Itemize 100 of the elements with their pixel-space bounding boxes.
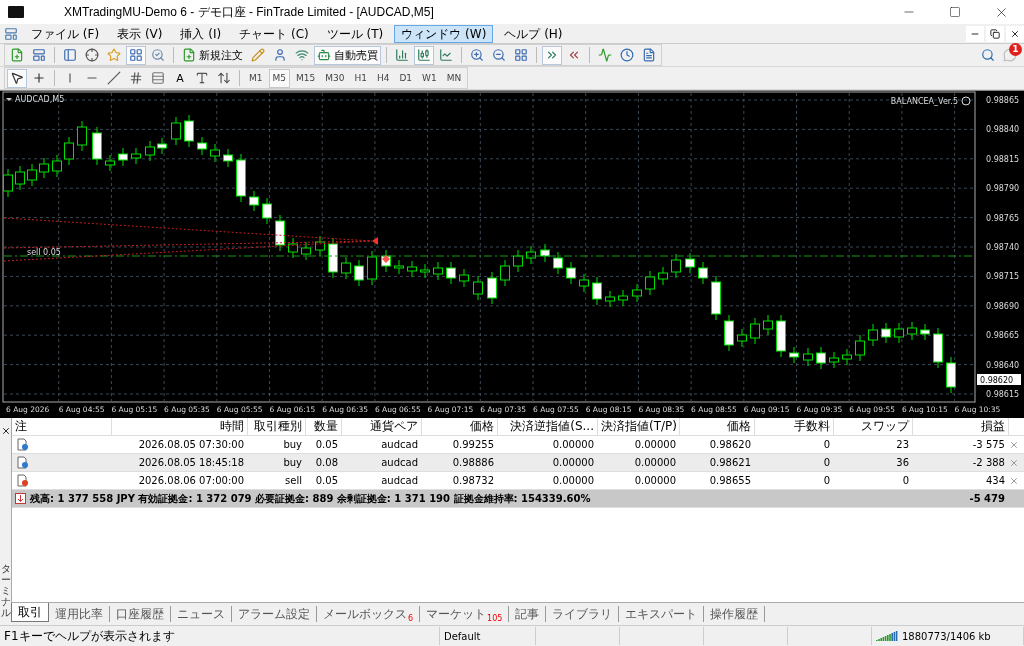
- terminal-tab[interactable]: ライブラリ: [546, 606, 620, 622]
- table-cell-text: 0.98621: [708, 457, 752, 468]
- buy-order-icon: [17, 456, 29, 469]
- menu-item[interactable]: ヘルプ (H): [497, 24, 570, 43]
- zoom-out-icon: [492, 48, 506, 62]
- favorites-icon: [107, 48, 121, 62]
- column-header[interactable]: 手数料: [755, 418, 834, 435]
- terminal-tab[interactable]: ニュース: [171, 606, 232, 622]
- timeframe-button[interactable]: M30: [321, 68, 349, 88]
- column-header[interactable]: 決済逆指値(S...: [498, 418, 598, 435]
- table-cell-text: 36: [895, 457, 910, 468]
- column-header[interactable]: 価格: [422, 418, 498, 435]
- file-plus-icon: [182, 48, 196, 62]
- terminal-tab[interactable]: 取引: [11, 603, 49, 622]
- table-cell-text: 0.00000: [551, 475, 595, 486]
- order-row[interactable]: 2026.08.05 07:30:00 buy 0.05 audcad 0.99255 0.00000 0.00000 0.98620 0 23 -3 575: [12, 436, 1024, 454]
- close-icon[interactable]: [0, 426, 11, 436]
- order-marker-icon: [382, 255, 390, 263]
- timeframe-button[interactable]: W1: [418, 68, 441, 88]
- timeframe-button[interactable]: H1: [350, 68, 371, 88]
- connection-bars-icon: [876, 630, 898, 642]
- menu-item[interactable]: ウィンドウ (W): [394, 24, 494, 43]
- close-icon: [1010, 28, 1020, 39]
- price-label: 0.98740: [986, 243, 1020, 252]
- column-header[interactable]: 損益: [913, 418, 1009, 435]
- column-header[interactable]: 時間: [112, 418, 248, 435]
- column-header[interactable]: 数量: [306, 418, 342, 435]
- terminal-tab[interactable]: エキスパート: [619, 606, 705, 622]
- window-title: XMTradingMU-Demo 6 - デモ口座 - FinTrade Limited - [AUDCAD,M5]: [64, 3, 435, 21]
- search-icon: [981, 48, 995, 62]
- auto-trading-button[interactable]: 自動売買: [314, 45, 381, 65]
- buy-order-icon: [17, 438, 29, 451]
- cursor-button[interactable]: [7, 68, 27, 88]
- price-label: 0.98640: [986, 360, 1020, 370]
- column-header[interactable]: 取引種別: [248, 418, 306, 435]
- text-tool-button[interactable]: A: [170, 68, 190, 88]
- timeframe-button[interactable]: M5: [268, 68, 290, 88]
- table-cell-text: 0.98620: [708, 439, 752, 450]
- zoom-in-icon: [470, 48, 484, 62]
- timeframe-button[interactable]: M1: [245, 68, 267, 88]
- table-cell-text: 2026.08.05 07:30:00: [137, 439, 245, 450]
- column-header[interactable]: スワップ: [834, 418, 913, 435]
- column-header[interactable]: 決済指値(T/P): [598, 418, 680, 435]
- order-row[interactable]: 2026.08.05 18:45:18 buy 0.08 audcad 0.98886 0.00000 0.00000 0.98621 0 36 -2 388: [12, 454, 1024, 472]
- timeframe-button[interactable]: D1: [395, 68, 417, 88]
- menu-item[interactable]: チャート (C): [232, 24, 316, 43]
- column-header[interactable]: 通貨ペア: [342, 418, 422, 435]
- arrows-icon: [217, 71, 231, 85]
- table-cell-text: 0.98886: [451, 457, 495, 468]
- close-order-icon[interactable]: [1009, 457, 1019, 468]
- candlestick-chart-button[interactable]: [414, 45, 434, 65]
- order-row[interactable]: 2026.08.06 07:00:00 sell 0.05 audcad 0.98732 0.00000 0.00000 0.98655 0 0 434: [12, 472, 1024, 490]
- menu-item[interactable]: 表示 (V): [110, 24, 170, 43]
- price-label: 0.98715: [986, 272, 1020, 282]
- column-header[interactable]: 注: [12, 418, 112, 435]
- close-order-icon[interactable]: [1009, 439, 1019, 450]
- table-cell-text: 0: [822, 457, 831, 468]
- timeframe-button[interactable]: MN: [442, 68, 466, 88]
- terminal-tab[interactable]: 記事: [509, 606, 547, 622]
- expert-name: BALANCEA_Ver.5: [890, 97, 958, 106]
- new-order-button[interactable]: 新規注文: [179, 45, 246, 65]
- account-icon: [15, 493, 26, 504]
- sell-order-icon: [17, 474, 29, 487]
- table-cell-text: 0.98732: [451, 475, 495, 486]
- terminal-tab[interactable]: 操作履歴: [704, 606, 766, 622]
- price-label: 0.98840: [986, 125, 1020, 135]
- price-label: 0.98665: [986, 331, 1020, 341]
- table-cell-text: -3 575: [971, 439, 1006, 450]
- price-label: 0.98865: [986, 96, 1020, 105]
- maximize-icon: [949, 6, 961, 18]
- close-button[interactable]: [1006, 25, 1024, 42]
- order-arrow-icon: [372, 237, 378, 245]
- terminal-tab[interactable]: アラーム設定: [232, 606, 317, 622]
- close-order-icon[interactable]: [1009, 475, 1019, 486]
- chart-window-icon: [4, 26, 18, 41]
- column-header[interactable]: 価格: [680, 418, 755, 435]
- terminal-tab[interactable]: 口座履歴: [110, 606, 171, 622]
- table-cell-text: 23: [895, 439, 910, 450]
- timeframe-button[interactable]: H4: [372, 68, 394, 88]
- menu-item[interactable]: ツール (T): [319, 24, 391, 43]
- menu-item[interactable]: 挿入 (I): [173, 24, 229, 43]
- terminal-tab[interactable]: マーケット$_{105}$: [420, 606, 510, 622]
- table-cell-text: 0.00000: [633, 439, 677, 450]
- table-cell-text: audcad: [380, 457, 419, 468]
- table-cell-text: 0.05: [314, 475, 339, 486]
- table-cell-text: sell: [284, 475, 303, 486]
- table-cell-text: 0.98655: [708, 475, 752, 486]
- crosshair-icon: [32, 71, 46, 85]
- timeframe-button[interactable]: M15: [292, 68, 320, 88]
- price-label: 0.98790: [986, 184, 1020, 194]
- menu-item[interactable]: ファイル (F): [24, 24, 107, 43]
- restore-icon: [990, 28, 1000, 39]
- table-cell-text: 0: [822, 439, 831, 450]
- terminal-tab[interactable]: メールボックス$_{6}$: [317, 606, 421, 622]
- terminal-button[interactable]: [126, 45, 146, 65]
- terminal-tab[interactable]: 運用比率: [49, 606, 110, 622]
- restore-button[interactable]: [986, 25, 1004, 42]
- table-cell-text: 0.08: [314, 457, 339, 468]
- table-cell-text: -2 388: [971, 457, 1006, 468]
- auto-scroll-button[interactable]: [542, 45, 562, 65]
